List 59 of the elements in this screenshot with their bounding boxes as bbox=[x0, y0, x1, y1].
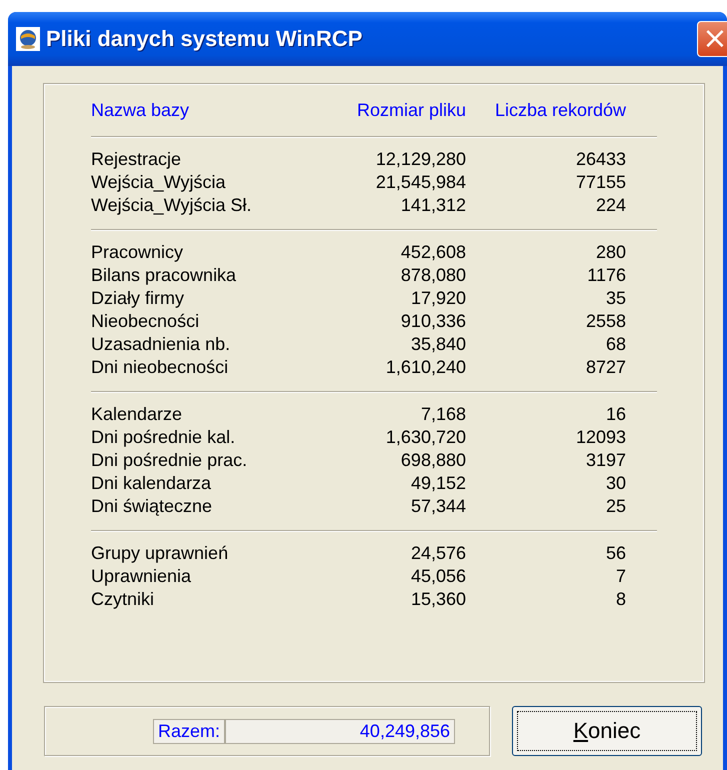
table-cell-text: 35 bbox=[604, 287, 626, 310]
table-cell-text: 1,610,240 bbox=[384, 356, 466, 379]
table-cell-text: 8727 bbox=[584, 356, 626, 379]
table-cell-text: Dni pośrednie kal. bbox=[91, 426, 236, 449]
table-cell-text: 30 bbox=[604, 472, 626, 495]
table-cell-text: 7 bbox=[614, 565, 626, 588]
column-header: Liczba rekordów bbox=[494, 99, 626, 122]
column-header: Nazwa bazy bbox=[91, 99, 190, 122]
table-cell-text: 1,630,720 bbox=[384, 426, 466, 449]
globe-icon bbox=[16, 27, 40, 51]
table-cell-text: Uprawnienia bbox=[91, 565, 192, 588]
table-cell-text: 26433 bbox=[574, 148, 626, 171]
table-cell-text: 57,344 bbox=[410, 495, 466, 518]
table-cell-text: 77155 bbox=[574, 171, 626, 194]
total-value: 40,249,856 bbox=[225, 718, 456, 744]
table-cell-text: 16 bbox=[604, 403, 626, 426]
table-cell-text: 12093 bbox=[574, 426, 626, 449]
table-cell-text: 21,545,984 bbox=[374, 171, 466, 194]
table-cell-text: 12,129,280 bbox=[374, 148, 466, 171]
table-cell-text: 68 bbox=[604, 333, 626, 356]
table-cell-text: 24,576 bbox=[410, 542, 466, 565]
table-cell-text: Pracownicy bbox=[91, 241, 184, 264]
table-cell-text: Wejścia_Wyjścia bbox=[91, 171, 227, 194]
table-cell-text: Czytniki bbox=[91, 588, 156, 611]
table-cell-text: 280 bbox=[594, 241, 626, 264]
table-cell-text: Dni pośrednie prac. bbox=[91, 449, 248, 472]
table-cell-text: 141,312 bbox=[400, 194, 466, 217]
window-title: Pliki danych systemu WinRCP bbox=[46, 26, 364, 52]
table-cell-text: 45,056 bbox=[410, 565, 466, 588]
table-cell-text: Dni kalendarza bbox=[91, 472, 212, 495]
table-cell-text: 224 bbox=[594, 194, 626, 217]
table-cell-text: 878,080 bbox=[400, 264, 466, 287]
table-cell-text: Działy firmy bbox=[91, 287, 185, 310]
table-cell-text: 698,880 bbox=[400, 449, 466, 472]
table-cell-text: Wejścia_Wyjścia Sł. bbox=[91, 194, 253, 217]
close-dialog-button[interactable]: Koniec bbox=[512, 706, 702, 756]
table-cell-text: Grupy uprawnień bbox=[91, 542, 230, 565]
table-cell-text: 15,360 bbox=[410, 588, 466, 611]
table-cell-text: Dni świąteczne bbox=[91, 495, 214, 518]
table-cell-text: Uzasadnienia nb. bbox=[91, 333, 232, 356]
table-cell-text: 910,336 bbox=[400, 310, 466, 333]
table-cell-text: Nieobecności bbox=[91, 310, 200, 333]
table-cell-text: Kalendarze bbox=[91, 403, 184, 426]
table-cell-text: 49,152 bbox=[410, 472, 466, 495]
table-cell-text: 35,840 bbox=[410, 333, 466, 356]
table-cell-text: 1176 bbox=[586, 264, 626, 287]
total-label: Razem: bbox=[153, 718, 226, 744]
table-cell-text: 17,920 bbox=[410, 287, 466, 310]
table-cell-text: 8 bbox=[614, 588, 626, 611]
table-cell-text: 452,608 bbox=[400, 241, 466, 264]
column-header: Rozmiar pliku bbox=[356, 99, 466, 122]
table-cell-text: 2558 bbox=[584, 310, 626, 333]
table-cell-text: Rejestracje bbox=[91, 148, 182, 171]
table-cell-text: 7,168 bbox=[420, 403, 466, 426]
table-cell-text: Bilans pracownika bbox=[91, 264, 238, 287]
table-cell-text: 25 bbox=[604, 495, 626, 518]
table-cell-text: 56 bbox=[604, 542, 626, 565]
table-cell-text: 3197 bbox=[584, 449, 626, 472]
table-cell-text: Dni nieobecności bbox=[91, 356, 230, 379]
